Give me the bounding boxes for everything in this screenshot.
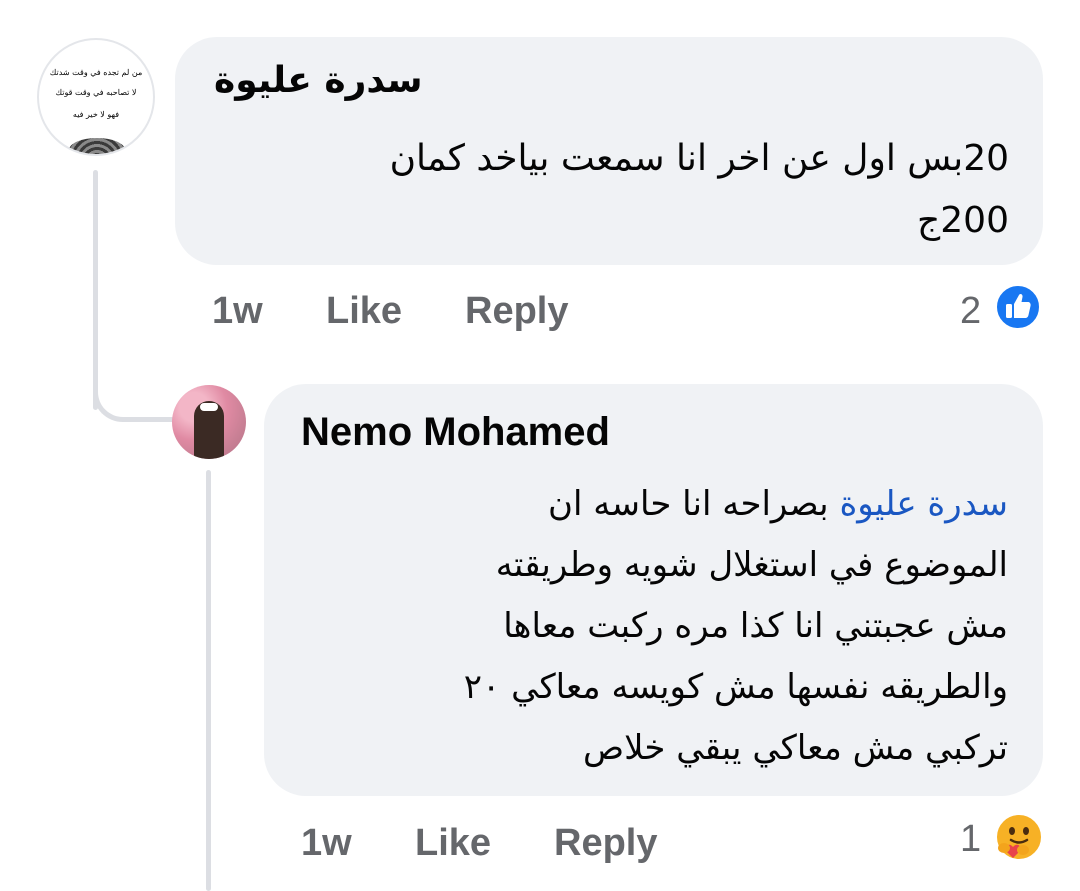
thread-line-reply [206,470,211,891]
reply-button-1[interactable]: Reply [465,290,568,333]
reaction-count-2[interactable]: 1 [960,818,981,861]
comment-text-1: 20بس اول عن اخر انا سمعت بياخد كمان 200ج [189,128,1009,252]
avatar-bow [200,403,218,411]
comment-time-2[interactable]: 1w [301,822,352,865]
mention-link[interactable]: سدرة عليوة [839,484,1008,524]
comment-text-2-line-1: سدرة عليوة بصراحه انا حاسه ان [548,484,1008,524]
comment-author-2[interactable]: Nemo Mohamed [301,410,610,455]
care-icon[interactable] [993,812,1045,864]
thread-line-curve [93,380,175,422]
reaction-count-1[interactable]: 2 [960,290,981,333]
comment-text-1-line-2: 200ج [917,200,1009,241]
comment-author-1[interactable]: سدرة عليوة [214,60,423,101]
like-icon[interactable] [995,284,1041,330]
like-button-1[interactable]: Like [326,290,402,333]
avatar-comment-2[interactable] [172,385,246,459]
reply-button-2[interactable]: Reply [554,822,657,865]
comment-text-2-line-5: تركبي مش معاكي يبقي خلاص [583,728,1008,768]
comment-text-2-line-2: الموضوع في استغلال شويه وطريقته [495,545,1008,585]
avatar-comment-1[interactable]: من لم تجده في وقت شدتك لا تصاحبه في وقت … [37,38,155,156]
comment-text-2-line-3: مش عجبتني انا كذا مره ركبت معاها [503,606,1008,646]
avatar-decoration [69,138,125,154]
avatar-quote-line-1: من لم تجده في وقت شدتك [49,68,143,77]
like-button-2[interactable]: Like [415,822,491,865]
comment-text-2-line-4: والطريقه نفسها مش كويسه معاكي ٢٠ [463,667,1008,707]
comment-text-2: سدرة عليوة بصراحه انا حاسه ان الموضوع في… [278,474,1008,779]
avatar-quote-line-3: فهو لا خير فيه [72,110,120,119]
comment-time-1[interactable]: 1w [212,290,263,333]
thread-line-vertical [93,170,98,410]
avatar-quote-line-2: لا تصاحبه في وقت قوتك [55,88,137,97]
comment-text-1-line-1: 20بس اول عن اخر انا سمعت بياخد كمان [389,138,1009,179]
